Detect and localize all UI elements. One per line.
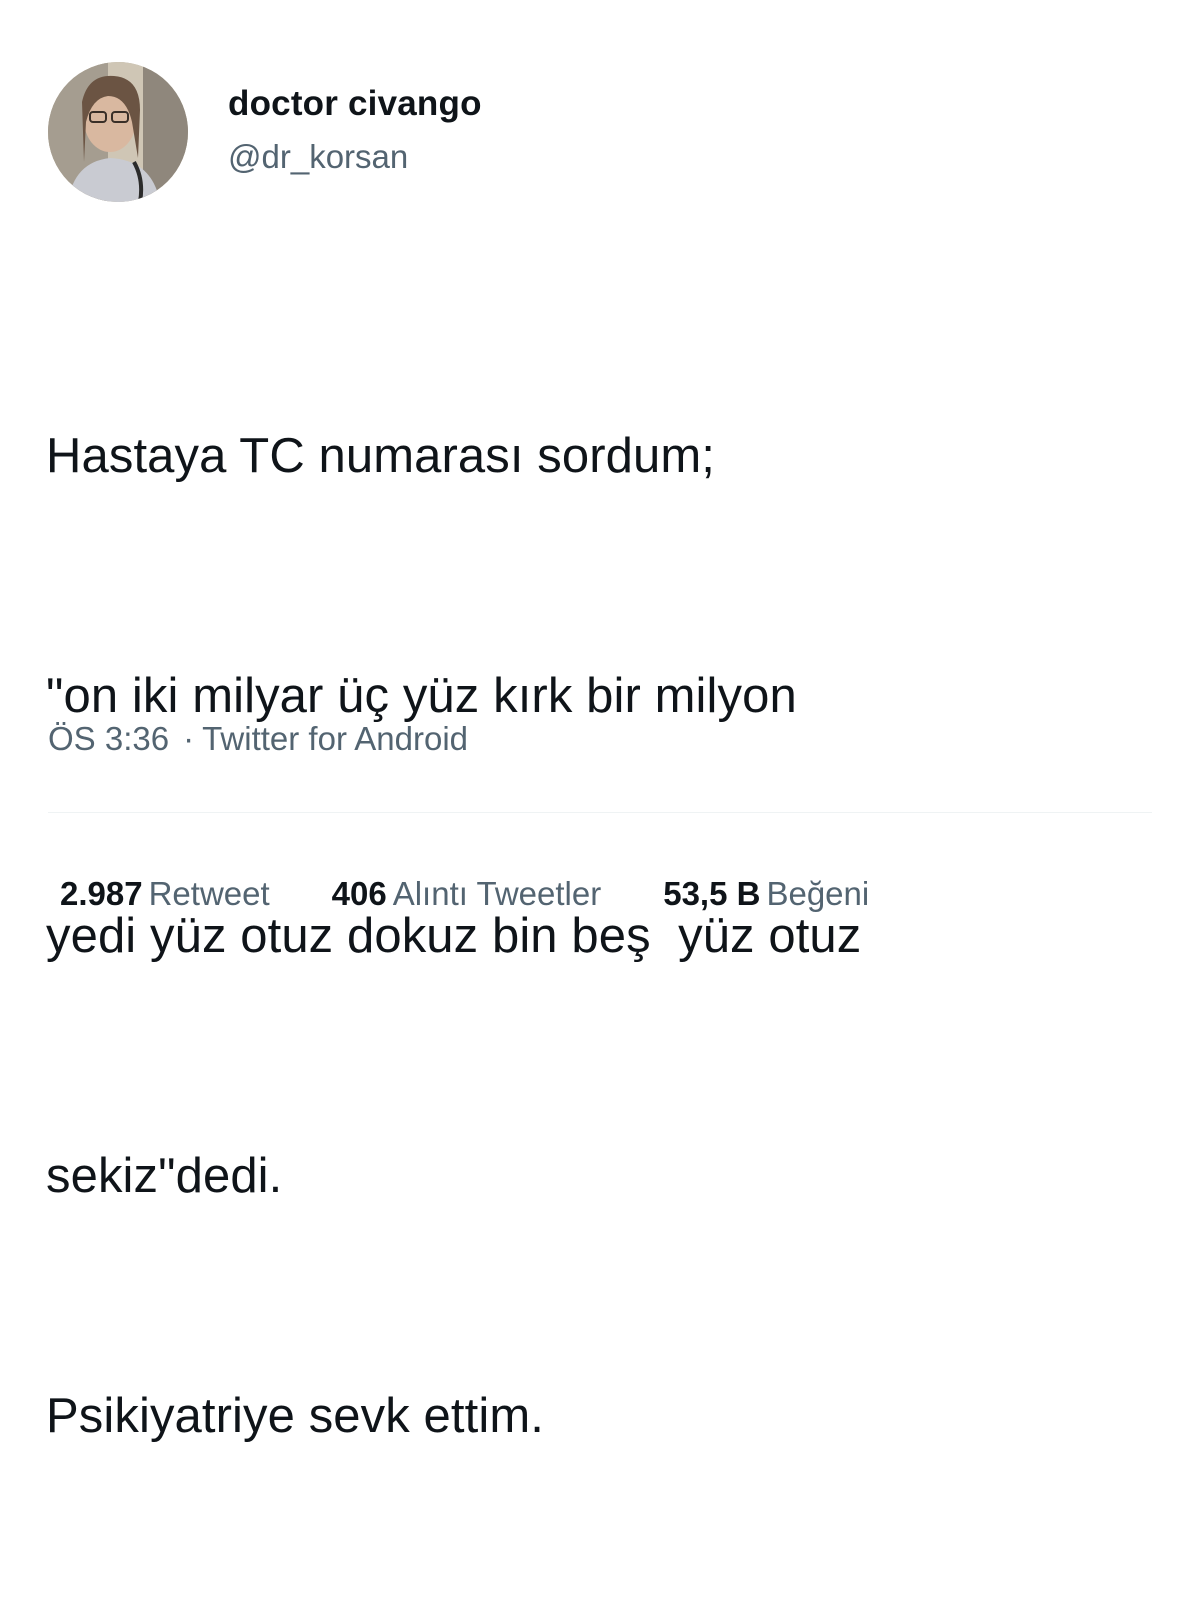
retweet-count: 2.987: [60, 875, 143, 912]
divider: [48, 812, 1152, 813]
like-label: Beğeni: [766, 875, 870, 912]
retweet-stat[interactable]: 2.987 Retweet: [60, 872, 270, 916]
retweet-label: Retweet: [148, 875, 270, 912]
like-count: 53,5 B: [663, 875, 761, 912]
tweet-header: doctor civango @dr_korsan: [48, 62, 482, 202]
quote-label: Alıntı Tweetler: [392, 875, 602, 912]
display-name[interactable]: doctor civango: [228, 83, 482, 125]
avatar-photo: [48, 62, 188, 202]
meta-separator: ·: [183, 720, 195, 757]
user-handle[interactable]: @dr_korsan: [228, 137, 482, 177]
tweet-text-line: Hastaya TC numarası sordum;: [46, 429, 715, 483]
tweet-stats: 2.987 Retweet 406 Alıntı Tweetler 53,5 B Be…: [60, 872, 931, 916]
tweet-text: Hastaya TC numarası sordum; "on iki mily…: [46, 256, 1166, 1616]
tweet-text-line: sekiz"dedi.: [46, 1149, 283, 1203]
user-names: doctor civango @dr_korsan: [228, 83, 482, 177]
tweet-timestamp[interactable]: ÖS 3:36: [48, 720, 169, 757]
tweet-card: doctor civango @dr_korsan Hastaya TC num…: [0, 0, 1200, 1443]
tweet-text-line: Psikiyatriye sevk ettim.: [46, 1389, 544, 1443]
avatar[interactable]: [48, 62, 188, 202]
tweet-meta: ÖS 3:36 · Twitter for Android: [48, 717, 468, 761]
like-stat[interactable]: 53,5 B Beğeni: [663, 872, 869, 916]
tweet-source[interactable]: Twitter for Android: [202, 720, 468, 757]
quote-stat[interactable]: 406 Alıntı Tweetler: [332, 872, 602, 916]
quote-count: 406: [331, 875, 387, 912]
